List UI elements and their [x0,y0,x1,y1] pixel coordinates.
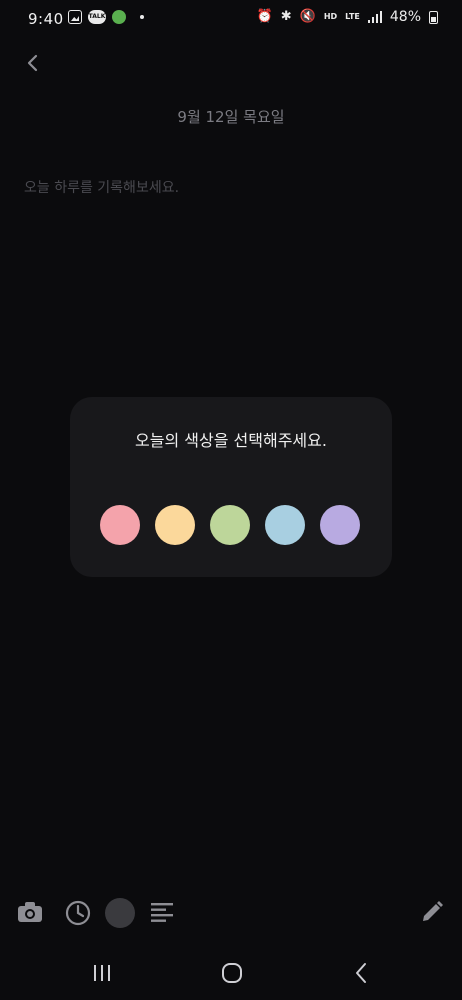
text-align-button[interactable] [150,902,174,928]
home-button[interactable] [221,962,243,988]
nav-back-button[interactable] [352,962,372,988]
pencil-icon [423,901,443,921]
home-icon [222,963,242,983]
alarm-icon: ⏰ [256,9,273,24]
gallery-icon [68,10,82,24]
align-icon [151,903,173,922]
edit-button[interactable] [420,900,444,928]
color-button[interactable] [105,898,135,928]
system-icons: ⏰ ✱ 🔇 HD LTE 48% [257,9,438,25]
bluetooth-icon: ✱ [280,9,292,24]
camera-button[interactable] [16,900,44,928]
smile-app-icon [112,10,126,24]
color-swatch-yellow[interactable] [155,505,195,545]
battery-icon [429,10,438,24]
diary-text-input[interactable]: 오늘 하루를 기록해보세요. [24,177,179,197]
recent-apps-button[interactable] [92,963,112,987]
color-swatch-green[interactable] [210,505,250,545]
color-select-dialog: 오늘의 색상을 선택해주세요. [70,397,392,577]
recent-apps-icon [94,965,110,981]
hd-voice-icon: HD [323,12,338,21]
lte-icon: LTE [345,12,360,21]
back-button[interactable] [22,52,44,74]
dialog-title: 오늘의 색상을 선택해주세요. [135,431,327,450]
chevron-left-icon [27,54,38,72]
color-swatch-pink[interactable] [100,505,140,545]
system-nav-bar [0,945,462,1000]
selected-color-circle [105,898,135,928]
time-button[interactable] [65,900,91,930]
editor-toolbar [0,890,462,936]
color-swatch-list [100,505,360,545]
status-time: 9:40 [28,10,64,28]
color-swatch-purple[interactable] [320,505,360,545]
color-swatch-blue[interactable] [265,505,305,545]
back-icon [356,963,366,983]
mute-icon: 🔇 [299,9,316,24]
page-title: 9월 12일 목요일 [177,108,285,126]
kakaotalk-icon: TALK [88,10,106,24]
camera-icon [18,902,42,922]
more-notifications-dot [140,15,144,19]
clock-icon [65,900,91,926]
notification-icons: TALK [68,10,144,24]
battery-percent: 48% [389,9,421,25]
status-bar: 9:40 TALK ⏰ ✱ 🔇 HD LTE 48% [0,0,462,36]
signal-icon [367,11,382,23]
